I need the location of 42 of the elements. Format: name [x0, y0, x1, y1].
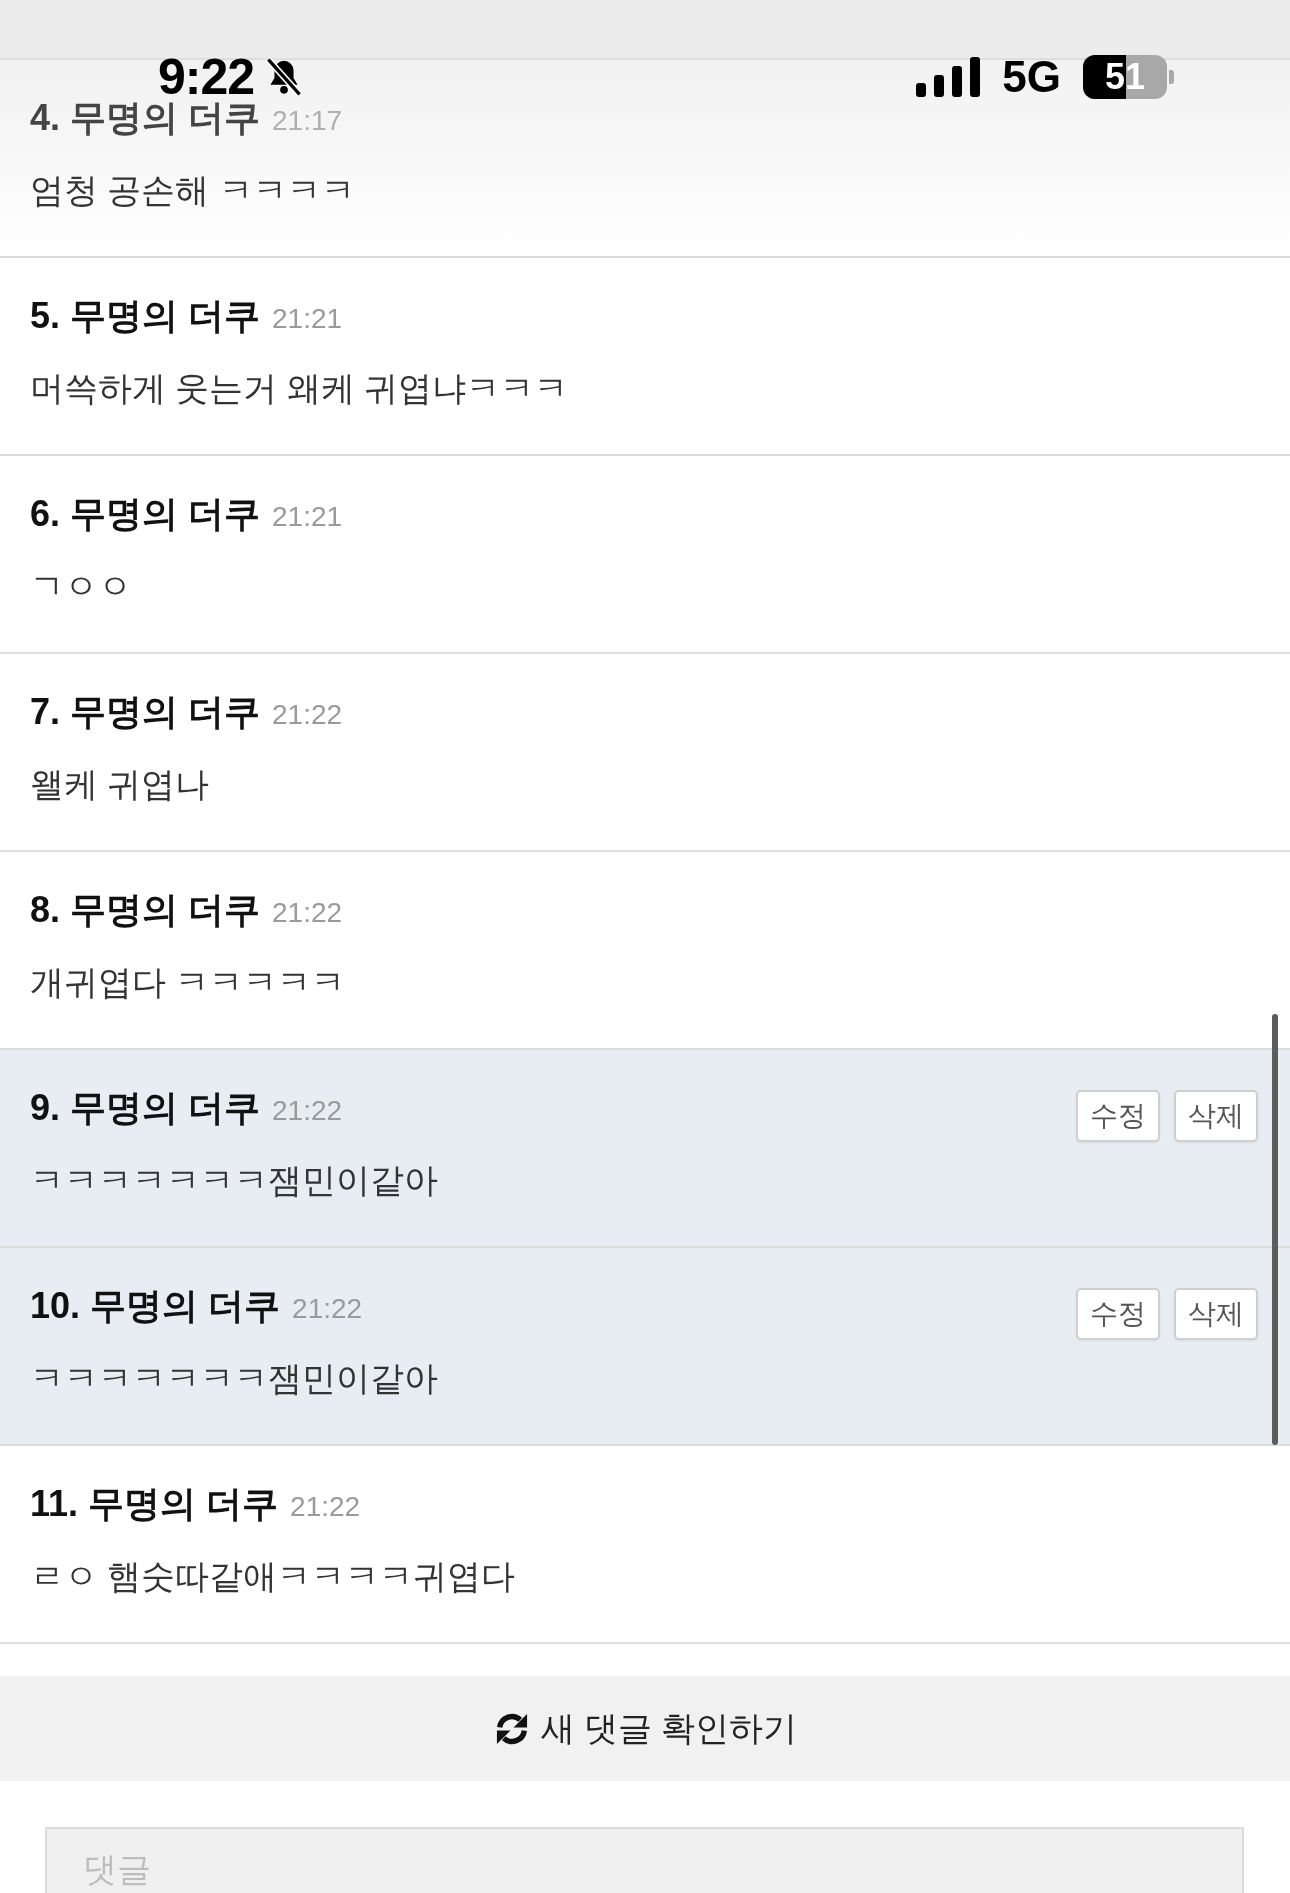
comment-author: 무명의 더쿠 — [70, 1088, 261, 1128]
comment-time: 21:17 — [272, 104, 343, 138]
comment-time: 21:22 — [290, 1490, 361, 1524]
comment-number: 8. — [30, 890, 61, 930]
edit-button[interactable]: 수정 — [1076, 1288, 1160, 1340]
comment-author: 무명의 더쿠 — [70, 98, 261, 138]
refresh-comments-button[interactable]: 새 댓글 확인하기 — [0, 1676, 1290, 1781]
status-time: 9:22 — [158, 54, 255, 100]
comment-author: 무명의 더쿠 — [90, 1286, 281, 1326]
comment-time: 21:22 — [272, 896, 343, 930]
comment-number: 11. — [30, 1484, 79, 1524]
comment-number: 9. — [30, 1088, 61, 1128]
comment-number: 10. — [30, 1286, 81, 1326]
delete-button[interactable]: 삭제 — [1174, 1288, 1258, 1340]
comment-text: ㄱㅇㅇ — [30, 566, 132, 606]
comment-text: 개귀엽다 ㅋㅋㅋㅋㅋ — [30, 962, 346, 1002]
comment-text: 왤케 귀엽나 — [30, 764, 210, 804]
delete-button[interactable]: 삭제 — [1174, 1090, 1258, 1142]
comment-number: 4. — [30, 98, 61, 138]
edit-button[interactable]: 수정 — [1076, 1090, 1160, 1142]
signal-bars-icon — [916, 57, 981, 97]
comment-time: 21:22 — [272, 698, 343, 732]
comment-text: ㄹㅇ 햄숫따같애ㅋㅋㅋㅋ귀엽다 — [30, 1556, 516, 1596]
battery-tip — [1169, 70, 1174, 84]
comment-text: ㅋㅋㅋㅋㅋㅋㅋ잼민이같아 — [30, 1358, 438, 1398]
comment-time: 21:22 — [272, 1094, 343, 1128]
comment-number: 7. — [30, 692, 61, 732]
network-type: 5G — [1002, 54, 1061, 100]
comment-number: 5. — [30, 296, 61, 336]
scrollbar-thumb[interactable] — [1272, 1014, 1278, 1445]
comment-text: 머쓱하게 웃는거 왜케 귀엽냐ㅋㅋㅋ — [30, 368, 569, 408]
comment-time: 21:22 — [292, 1292, 363, 1326]
comment-author: 무명의 더쿠 — [70, 494, 261, 534]
comment-number: 6. — [30, 494, 61, 534]
comment-time: 21:21 — [272, 302, 343, 336]
comment-author: 무명의 더쿠 — [70, 890, 261, 930]
comment-author: 무명의 더쿠 — [70, 296, 261, 336]
comment-text: 엄청 공손해 ㅋㅋㅋㅋ — [30, 170, 355, 210]
comment-time: 21:21 — [272, 500, 343, 534]
comment-author: 무명의 더쿠 — [88, 1484, 279, 1524]
comment-text: ㅋㅋㅋㅋㅋㅋㅋ잼민이같아 — [30, 1160, 438, 1200]
comment-author: 무명의 더쿠 — [70, 692, 261, 732]
